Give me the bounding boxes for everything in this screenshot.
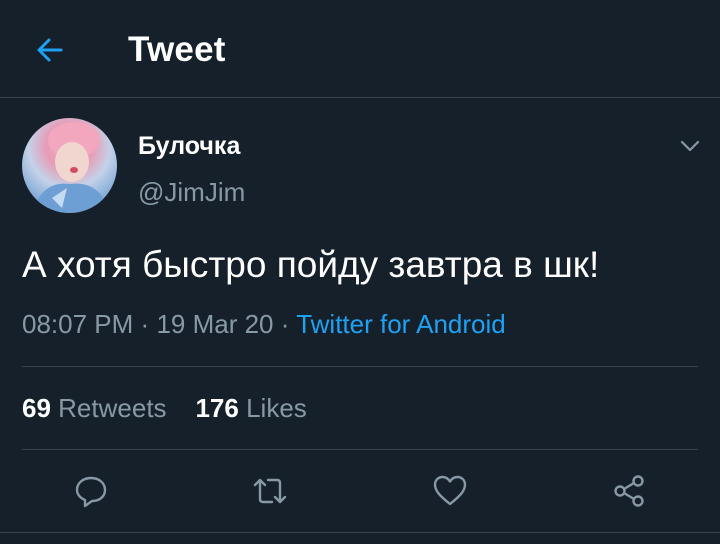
divider [22, 449, 698, 450]
more-options-button[interactable] [676, 132, 704, 160]
like-button[interactable] [429, 470, 471, 512]
page-title: Tweet [128, 30, 226, 69]
likes-count: 176 [195, 393, 239, 423]
meta-separator: · [280, 309, 290, 339]
tweet-source-link[interactable]: Twitter for Android [296, 309, 506, 339]
arrow-left-icon [37, 38, 63, 62]
author-handle[interactable]: @JimJim [138, 177, 245, 207]
chevron-down-icon [680, 140, 700, 152]
tweet-date: 19 Mar 20 [156, 309, 274, 339]
avatar-photo [32, 122, 110, 213]
action-bar [0, 470, 720, 512]
back-button[interactable] [30, 30, 70, 70]
retweet-button[interactable] [249, 470, 291, 512]
retweets-count: 69 [22, 393, 51, 423]
reply-icon [75, 476, 107, 508]
retweets-label: Retweets [58, 393, 167, 423]
tweet-stats: 69 Retweets 176 Likes [22, 390, 307, 426]
meta-separator: · [140, 309, 150, 339]
likes-label: Likes [246, 393, 307, 423]
tweet-text: А хотя быстро пойду завтра в шк! [22, 244, 600, 285]
share-icon [614, 475, 644, 507]
heart-icon [433, 475, 467, 506]
divider [22, 366, 698, 367]
tweet-meta: 08:07 PM · 19 Mar 20 · Twitter for Andro… [22, 306, 506, 342]
reply-button[interactable] [70, 470, 112, 512]
bottom-divider [0, 532, 720, 533]
avatar[interactable] [22, 118, 117, 213]
author-name[interactable]: Булочка [138, 131, 240, 161]
tweet-time: 08:07 PM [22, 309, 134, 339]
share-button[interactable] [608, 470, 650, 512]
retweets-stat[interactable]: 69 Retweets [22, 393, 167, 423]
retweet-icon [253, 478, 287, 504]
likes-stat[interactable]: 176 Likes [195, 393, 306, 423]
top-bar: Tweet [0, 0, 720, 98]
